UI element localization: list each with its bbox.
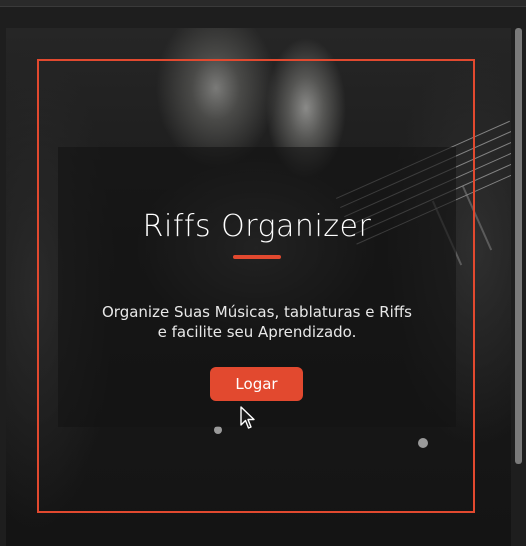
scrollbar-thumb[interactable] xyxy=(515,28,522,464)
app-window: Riffs Organizer Organize Suas Músicas, t… xyxy=(0,0,526,546)
mouse-pointer-icon xyxy=(240,406,255,429)
page-title: Riffs Organizer xyxy=(142,209,372,244)
subtitle-line-2: e facilite seu Aprendizado. xyxy=(157,323,357,341)
page-subtitle: Organize Suas Músicas, tablaturas e Riff… xyxy=(58,302,456,342)
login-button[interactable]: Logar xyxy=(210,367,303,401)
title-underline xyxy=(233,255,281,259)
window-top-strip xyxy=(0,0,526,7)
subtitle-line-1: Organize Suas Músicas, tablaturas e Riff… xyxy=(101,303,412,321)
